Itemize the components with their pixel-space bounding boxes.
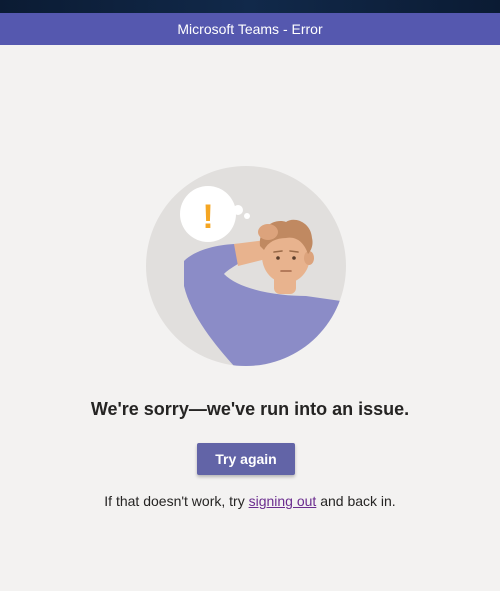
window-top-strip <box>0 0 500 13</box>
helper-suffix: and back in. <box>316 493 396 509</box>
helper-text: If that doesn't work, try signing out an… <box>0 493 500 509</box>
window-title: Microsoft Teams - Error <box>177 21 323 37</box>
helper-prefix: If that doesn't work, try <box>104 493 249 509</box>
person-hand <box>258 224 278 240</box>
error-heading: We're sorry—we've run into an issue. <box>90 399 410 419</box>
window-titlebar: Microsoft Teams - Error <box>0 13 500 45</box>
alert-icon: ! <box>202 198 213 236</box>
error-page: ! We're sorry—we've run into an issue. T… <box>0 45 500 591</box>
try-again-button[interactable]: Try again <box>197 443 295 475</box>
sign-out-link[interactable]: signing out <box>249 493 317 509</box>
confused-person-illustration: ! <box>146 166 346 366</box>
